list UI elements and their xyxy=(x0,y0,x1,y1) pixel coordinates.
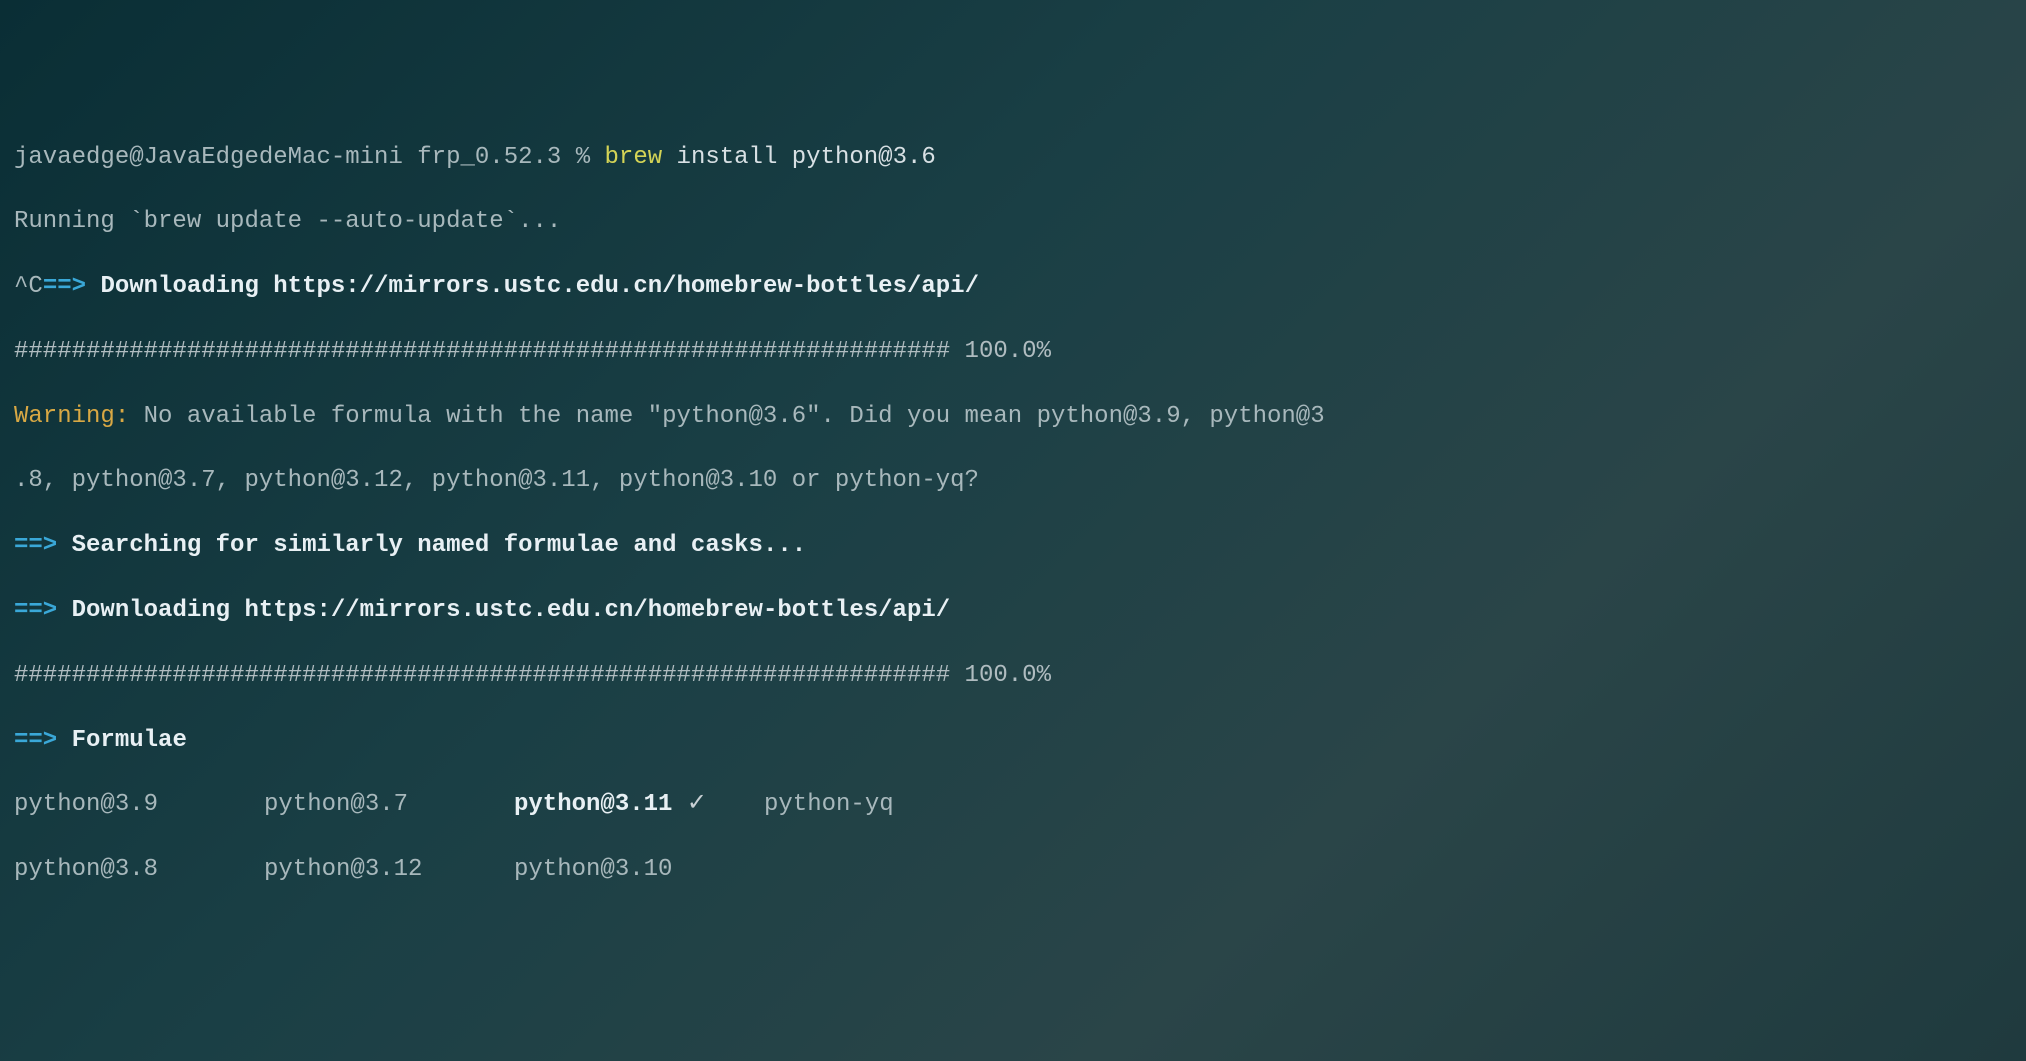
searching-text: Searching for similarly named formulae a… xyxy=(72,532,807,559)
searching-line: ==> Searching for similarly named formul… xyxy=(14,530,2012,562)
arrow-icon: ==> xyxy=(43,273,86,300)
formulae-row-2: python@3.8python@3.12python@3.10 xyxy=(14,854,2012,886)
formula-item-installed: python@3.11 ✓ xyxy=(514,789,764,821)
ctrl-c: ^C xyxy=(14,273,43,300)
check-icon: ✓ xyxy=(672,791,707,818)
prompt-user-host: javaedge@JavaEdgedeMac-mini xyxy=(14,144,403,171)
formulae-row-1: python@3.9python@3.7python@3.11 ✓python-… xyxy=(14,789,2012,821)
command-args: install python@3.6 xyxy=(662,144,936,171)
arrow-icon: ==> xyxy=(14,597,57,624)
formulae-header: Formulae xyxy=(72,727,187,754)
formula-item: python@3.8 xyxy=(14,854,264,886)
formula-item: python@3.9 xyxy=(14,789,264,821)
command-brew: brew xyxy=(605,144,663,171)
formula-item: python@3.12 xyxy=(264,854,514,886)
formulae-header-line: ==> Formulae xyxy=(14,725,2012,757)
progress-line-1: ########################################… xyxy=(14,336,2012,368)
formula-name: python@3.11 xyxy=(514,791,672,818)
running-line: Running `brew update --auto-update`... xyxy=(14,206,2012,238)
download-line-2: ==> Downloading https://mirrors.ustc.edu… xyxy=(14,595,2012,627)
formula-item: python@3.10 xyxy=(514,854,764,886)
prompt-line: javaedge@JavaEdgedeMac-mini frp_0.52.3 %… xyxy=(14,142,2012,174)
prompt-separator: % xyxy=(576,144,590,171)
arrow-icon: ==> xyxy=(14,532,57,559)
arrow-icon: ==> xyxy=(14,727,57,754)
formula-item: python-yq xyxy=(764,789,1014,821)
prompt-cwd: frp_0.52.3 xyxy=(417,144,561,171)
warning-line-2: .8, python@3.7, python@3.12, python@3.11… xyxy=(14,465,2012,497)
warning-label: Warning: xyxy=(14,403,129,430)
downloading-text-2: Downloading https://mirrors.ustc.edu.cn/… xyxy=(72,597,951,624)
warning-line-1: Warning: No available formula with the n… xyxy=(14,401,2012,433)
warning-text-1: No available formula with the name "pyth… xyxy=(129,403,1324,430)
downloading-text: Downloading https://mirrors.ustc.edu.cn/… xyxy=(100,273,979,300)
download-line-1: ^C==> Downloading https://mirrors.ustc.e… xyxy=(14,271,2012,303)
formula-item: python@3.7 xyxy=(264,789,514,821)
progress-line-2: ########################################… xyxy=(14,660,2012,692)
